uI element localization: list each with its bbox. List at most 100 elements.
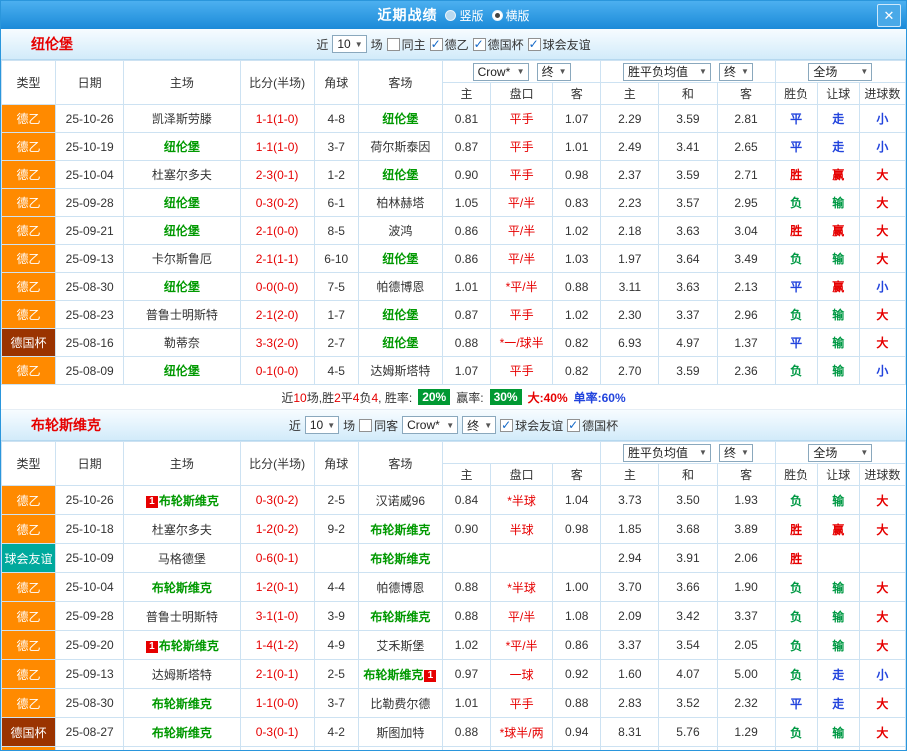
odds-home: 0.88 [441,328,492,357]
match-date: 25-10-04 [55,160,125,189]
corners: 5-2 [313,746,359,750]
score: 1-1(0-0) [239,688,315,718]
odds-home: 1.07 [441,356,492,385]
score: 0-3(0-2) [239,485,315,515]
odds-away: 0.88 [552,688,602,718]
handicap: 平/半 [490,188,554,217]
sub-col-avg-draw: 和 [658,82,718,105]
odds-away [552,543,602,573]
match-date: 25-08-23 [55,746,125,750]
home-team: 纽伦堡 [123,188,241,217]
score: 0-6(0-1) [239,543,315,573]
sub-col-goals: 进球数 [858,463,906,486]
league-type: 德乙 [1,132,57,161]
match-count-select[interactable]: 10 ▼ [332,35,367,53]
league-type: 德乙 [1,188,57,217]
filter-checkbox-league[interactable]: 德乙 [429,36,469,53]
result-cell: 小 [858,132,906,161]
odds-away: 1.03 [552,244,602,273]
filter-checkbox-cup[interactable]: 德国杯 [472,36,524,53]
close-button[interactable]: ✕ [877,4,901,27]
avg-draw: 3.54 [658,630,718,660]
avg-odds-select[interactable]: 胜平负均值 ▼ [622,443,711,462]
away-team: 斯图加特 [357,717,443,747]
odds-home: 0.88 [441,601,492,631]
corners: 1-2 [313,160,359,189]
avg-draw: 3.37 [658,300,718,329]
match-date: 25-10-09 [55,543,125,573]
league-type: 德乙 [1,216,57,245]
home-team: 纽伦堡 [123,272,241,301]
odds-away: 1.08 [552,601,602,631]
filter-checkbox-same-home[interactable]: 同主 [386,36,426,53]
home-team: 纽伦堡 [123,216,241,245]
match-date: 25-09-13 [55,659,125,689]
layout-radio-vertical[interactable]: 竖版 [445,7,484,24]
home-team: 马格德堡 [123,543,241,573]
handicap: 平/半 [490,601,554,631]
radio-selected-icon [491,9,503,21]
avg-home: 1.97 [600,244,660,273]
win-rate-badge: 20% [418,389,451,405]
match-count-select[interactable]: 10 ▼ [304,416,340,434]
result-cell: 胜 [774,160,818,189]
filter-checkbox-friendly[interactable]: 球会友谊 [527,36,591,53]
bookmaker-select[interactable]: Crow* ▼ [472,62,529,81]
checkbox-checked-icon [527,37,541,51]
home-team: 卡尔斯鲁厄 [123,244,241,273]
match-date: 25-08-27 [55,717,125,747]
result-cell: 负 [774,300,818,329]
odds-home [441,543,492,573]
avg-stage-select[interactable]: 终 ▼ [718,62,753,81]
filter-checkbox-friendly[interactable]: 球会友谊 [500,417,563,434]
team-name: 纽伦堡 [382,336,419,350]
avg-draw: 4.07 [658,659,718,689]
avg-draw: 3.59 [658,356,718,385]
avg-home: 1.85 [600,514,660,544]
col-home: 主场 [123,60,241,105]
handicap: *平/半 [490,272,554,301]
col-score: 比分(半场) [239,441,315,486]
odds-home: 0.87 [441,132,492,161]
bookmaker-select[interactable]: Crow* ▼ [402,416,459,434]
sub-col-avg-away: 客 [716,82,776,105]
scope-select[interactable]: 全场 ▼ [808,62,873,81]
sub-col-odds-away: 客 [552,82,602,105]
rank-badge: 1 [145,640,158,653]
away-team: 汉诺威96 [357,485,443,515]
home-team: 杜塞尔多夫 [123,160,241,189]
odds-stage-select[interactable]: 终 ▼ [536,62,571,81]
handicap [490,543,554,573]
team-name: 布轮斯维克 [151,580,212,595]
score: 1-4(1-2) [239,630,315,660]
avg-home: 6.93 [600,328,660,357]
match-row: 德乙 25-09-28 普鲁士明斯特 3-1(1-0) 3-9 布轮斯维克 0.88 平/半 1… [1,601,906,631]
chevron-down-icon: ▼ [354,39,363,49]
avg-stage-select[interactable]: 终 ▼ [718,443,753,462]
layout-radio-horizontal[interactable]: 横版 [491,7,530,24]
cover-rate-label: 赢率: [456,390,484,405]
odds-home: 0.87 [441,300,492,329]
odds-stage-select[interactable]: 终 ▼ [462,416,497,434]
team-name: 汉诺威96 [375,493,426,508]
match-row: 德乙 25-09-21 纽伦堡 2-1(0-0) 8-5 波鸿 0.86 平/半 1.02 2.1… [1,216,906,245]
scope-select[interactable]: 全场 ▼ [808,443,873,462]
corners: 2-5 [313,485,359,515]
chevron-down-icon: ▼ [860,448,869,457]
checkbox-checked-icon [429,37,443,51]
filter-checkbox-cup[interactable]: 德国杯 [567,417,618,434]
odds-away: 1.00 [552,572,602,602]
unit-label: 场 [343,418,356,433]
avg-draw: 3.41 [658,132,718,161]
away-team: 纽伦堡 [357,244,443,273]
team-name: 布轮斯维克 [363,667,424,682]
filter-checkbox-same-away[interactable]: 同客 [359,417,398,434]
team-name: 布轮斯维克 [158,638,219,653]
corners: 2-5 [313,659,359,689]
avg-draw: 3.91 [658,543,718,573]
avg-odds-select[interactable]: 胜平负均值 ▼ [622,62,711,81]
chevron-down-icon: ▼ [860,67,869,76]
score: 3-3(2-0) [239,328,315,357]
result-cell: 赢 [816,514,860,544]
handicap: *平/半 [490,630,554,660]
